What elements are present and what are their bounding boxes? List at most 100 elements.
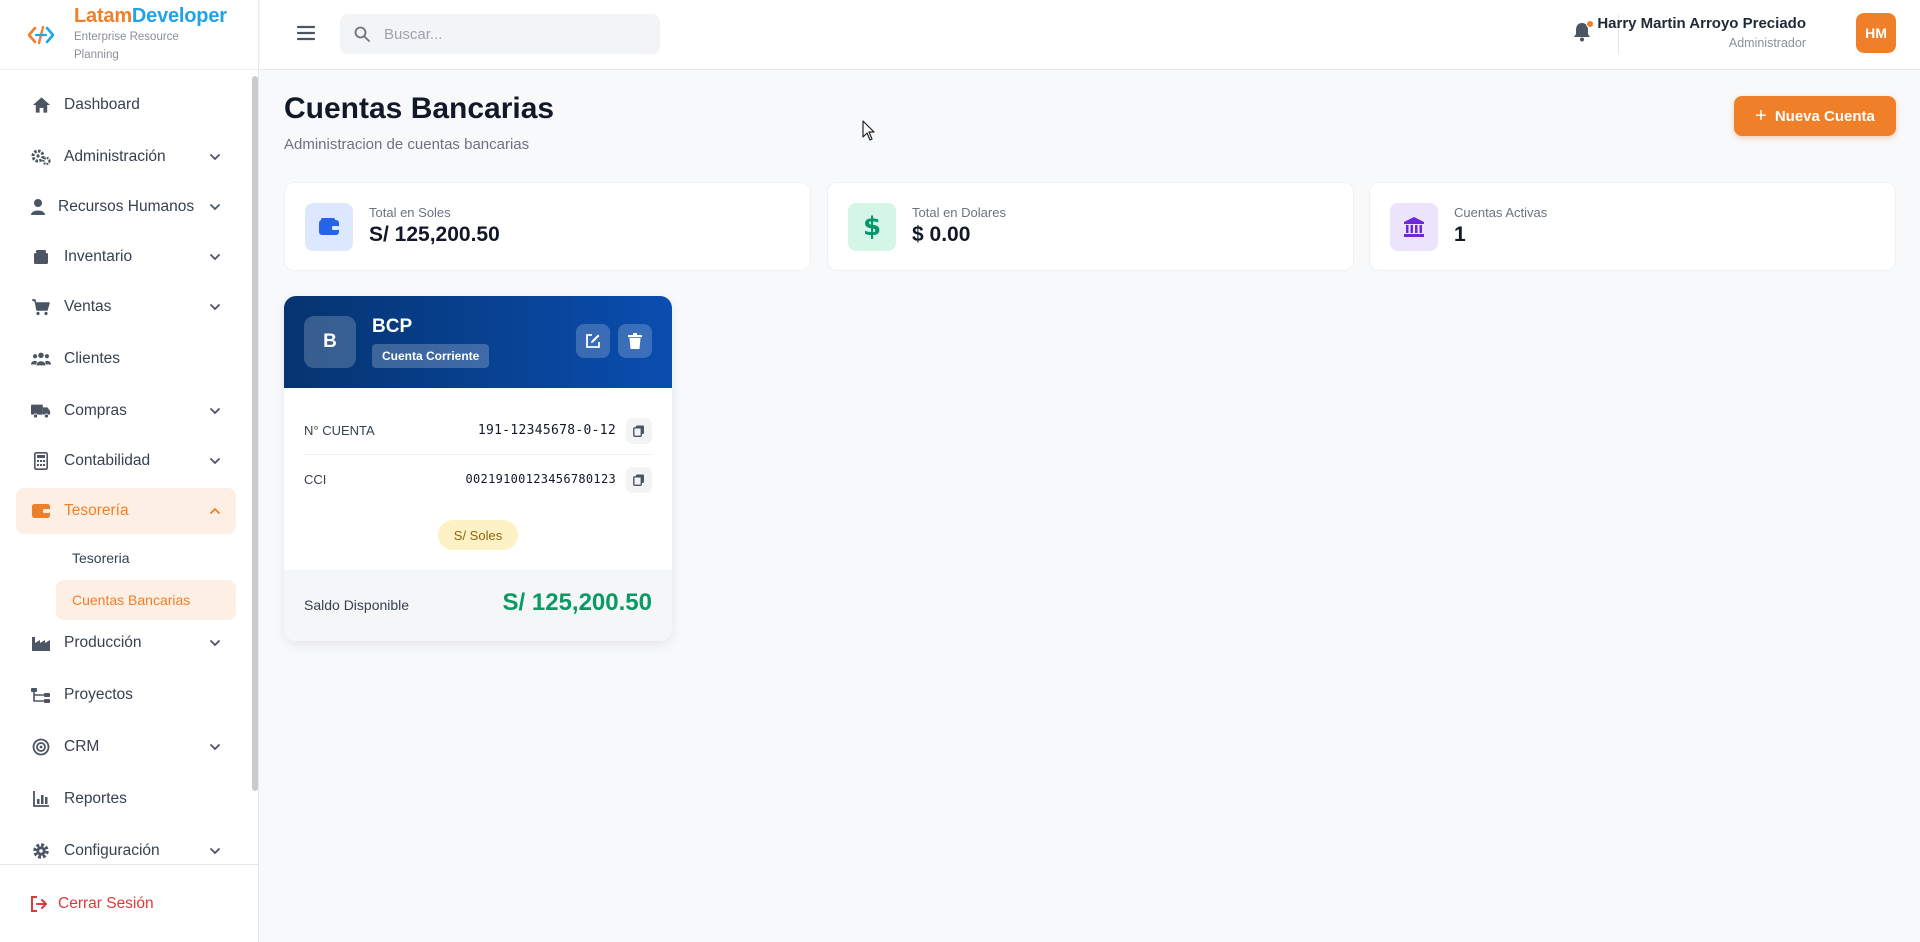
user-info[interactable]: Harry Martin Arroyo Preciado Administrad… [1597,14,1806,52]
box-icon [31,247,51,267]
users-icon [31,349,51,369]
trash-icon [628,333,642,349]
sidebar-item-label: Producción [64,634,142,651]
delete-account-button[interactable] [618,324,652,358]
chevron-down-icon [210,304,220,311]
copy-cci-button[interactable] [626,467,652,493]
bank-icon [1390,203,1438,251]
stat-label: Total en Soles [369,205,451,220]
sidebar-item-administracion[interactable]: Administración [16,134,236,180]
chevron-down-icon [210,744,220,751]
sidebar-item-crm[interactable]: CRM [16,724,236,770]
sidebar-item-contabilidad[interactable]: Contabilidad [16,438,236,484]
chart-icon [31,789,51,809]
stat-card-cuentas-activas: Cuentas Activas 1 [1369,182,1896,271]
stat-label: Total en Dolares [912,205,1006,220]
sidebar-item-label: Reportes [64,790,127,807]
mouse-cursor-icon [862,120,875,141]
sidebar-item-recursos-humanos[interactable]: Recursos Humanos [16,184,236,230]
topbar: Harry Martin Arroyo Preciado Administrad… [260,0,1920,70]
sidebar-item-inventario[interactable]: Inventario [16,234,236,280]
gear-icon [31,841,51,861]
sidebar-item-clientes[interactable]: Clientes [16,336,236,382]
sidebar-subitem-tesoreria[interactable]: Tesoreria [56,538,236,578]
sidebar-item-proyectos[interactable]: Proyectos [16,672,236,718]
sidebar-item-reportes[interactable]: Reportes [16,776,236,822]
cci-row: CCI 00219100123456780123 [304,455,652,503]
chevron-down-icon [210,848,220,855]
gears-icon [31,147,51,167]
brand-name-part-a: Latam [74,5,132,27]
new-account-button[interactable]: + Nueva Cuenta [1734,96,1896,136]
user-icon [28,197,48,217]
sitemap-icon [31,685,51,705]
sidebar-item-label: Recursos Humanos [58,198,195,215]
bank-account-card-header: B BCP Cuenta Corriente [284,296,672,388]
account-type-badge: Cuenta Corriente [372,344,490,368]
sidebar-item-compras[interactable]: Compras [16,388,236,434]
page-subtitle: Administracion de cuentas bancarias [284,136,530,153]
search-input[interactable] [384,25,634,43]
sidebar-item-label: Proyectos [64,686,133,703]
stat-label: Cuentas Activas [1454,205,1548,220]
logout-button[interactable]: Cerrar Sesión [0,864,259,942]
stat-card-total-dolares: $ Total en Dolares $ 0.00 [827,182,1354,271]
factory-icon [31,633,51,653]
target-icon [31,737,51,757]
new-account-label: Nueva Cuenta [1774,107,1875,125]
sidebar-item-tesoreria[interactable]: Tesorería [16,488,236,534]
balance-value: S/ 125,200.50 [502,589,652,616]
sidebar-item-dashboard[interactable]: Dashboard [16,82,236,128]
wallet-icon [31,501,51,521]
brand[interactable]: LatamDeveloper Enterprise Resource Plann… [0,0,258,70]
copy-account-number-button[interactable] [626,418,652,444]
avatar[interactable]: HM [1856,13,1896,53]
sidebar: LatamDeveloper Enterprise Resource Plann… [0,0,259,942]
sidebar-item-produccion[interactable]: Producción [16,620,236,666]
copy-icon [633,425,644,437]
user-role: Administrador [1728,36,1806,50]
sidebar-item-label: Configuración [64,842,160,859]
currency-badge: S/ Soles [438,520,518,550]
edit-account-button[interactable] [576,324,610,358]
chevron-down-icon [210,154,220,161]
dollar-icon: $ [848,203,896,251]
cci-value: 00219100123456780123 [465,472,616,486]
brand-subtitle: Enterprise Resource Planning [74,31,179,61]
sidebar-scrollbar-thumb[interactable] [252,76,258,791]
chevron-down-icon [210,408,220,415]
stat-value: 1 [1454,223,1466,246]
sidebar-item-label: CRM [64,738,100,755]
brand-name-part-b: Developer [131,5,227,27]
sidebar-item-label: Compras [64,402,127,419]
sidebar-item-label: Dashboard [64,96,140,113]
chevron-down-icon [210,204,220,211]
stat-card-total-soles: Total en Soles S/ 125,200.50 [284,182,811,271]
chevron-down-icon [210,458,220,465]
sidebar-item-label: Ventas [64,298,112,315]
search-icon [354,26,370,42]
search-box[interactable] [340,14,660,54]
page-title: Cuentas Bancarias [284,92,555,125]
hamburger-menu-icon[interactable] [295,22,317,44]
balance-footer: Saldo Disponible S/ 125,200.50 [284,570,672,641]
stat-value: $ 0.00 [912,223,971,246]
sidebar-nav: Dashboard Administración Recursos Humano… [0,72,251,862]
plus-icon: + [1755,105,1767,127]
logout-label: Cerrar Sesión [58,894,154,912]
sidebar-item-label: Inventario [64,248,133,265]
copy-icon [633,474,644,486]
edit-icon [586,334,600,348]
calculator-icon [31,451,51,471]
sidebar-item-label: Administración [64,148,166,165]
stat-value: S/ 125,200.50 [369,223,500,246]
bank-account-card[interactable]: B BCP Cuenta Corriente N° CUENTA 191-123… [284,296,672,641]
sidebar-subitem-cuentas-bancarias[interactable]: Cuentas Bancarias [56,580,236,620]
sidebar-item-ventas[interactable]: Ventas [16,284,236,330]
chevron-up-icon [210,507,220,514]
cci-label: CCI [304,471,327,487]
bank-initial-avatar: B [304,316,356,368]
account-number-value: 191-12345678-0-12 [477,422,616,438]
account-number-row: N° CUENTA 191-12345678-0-12 [304,406,652,454]
cart-icon [31,297,51,317]
